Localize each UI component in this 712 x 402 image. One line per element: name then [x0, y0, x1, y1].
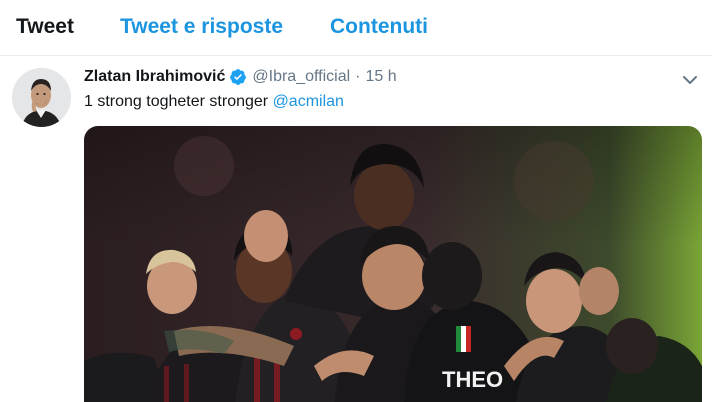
avatar-image — [12, 68, 71, 127]
verified-badge-icon — [229, 68, 247, 86]
chevron-down-icon[interactable] — [680, 70, 700, 90]
mention-link[interactable]: @acmilan — [273, 93, 344, 110]
tweet-timestamp[interactable]: 15 h — [365, 68, 396, 86]
header-separator: · — [355, 68, 361, 85]
profile-tabs: Tweet Tweet e risposte Contenuti — [0, 0, 712, 56]
tweet-text: 1 strong togheter stronger @acmilan — [84, 93, 344, 111]
tweet-body: 1 strong togheter stronger — [84, 93, 273, 110]
jersey-text: THEO — [442, 367, 503, 392]
avatar[interactable] — [12, 68, 71, 127]
tab-contenuti[interactable]: Contenuti — [330, 15, 428, 39]
tab-tweet[interactable]: Tweet — [16, 15, 74, 39]
tab-tweet-e-risposte[interactable]: Tweet e risposte — [120, 15, 283, 39]
team-photo: THEO — [84, 126, 702, 402]
tweet-media[interactable]: THEO — [84, 126, 702, 402]
author-name[interactable]: Zlatan Ibrahimović — [84, 68, 225, 86]
author-handle[interactable]: @Ibra_official — [252, 68, 350, 86]
tweet-header: Zlatan Ibrahimović @Ibra_official · 15 h — [84, 67, 397, 87]
